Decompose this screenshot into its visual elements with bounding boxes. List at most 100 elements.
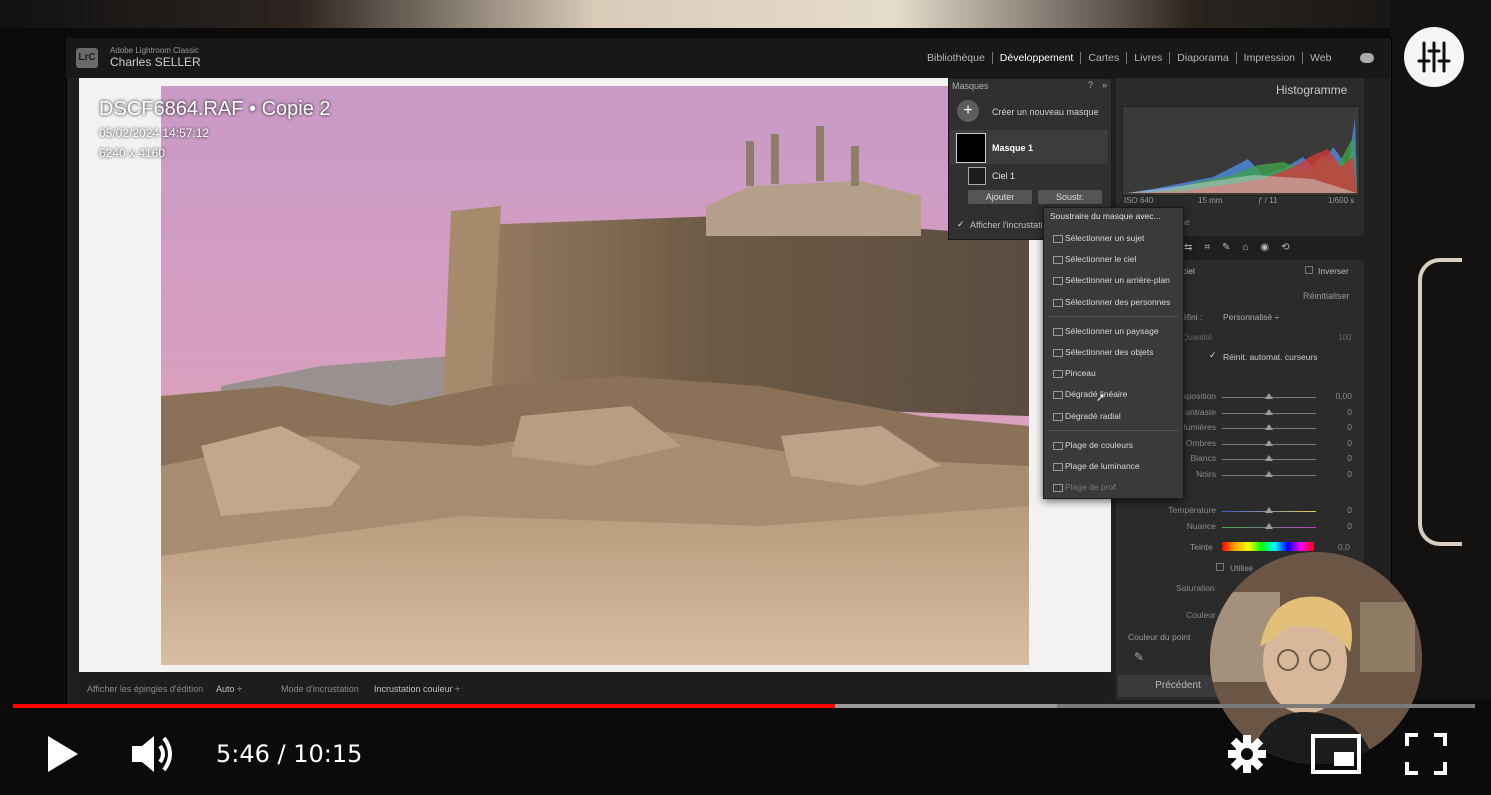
module-livres[interactable]: Livres	[1127, 52, 1171, 64]
create-mask-label[interactable]: Créer un nouveau masque	[992, 107, 1099, 117]
overlay-check-icon[interactable]: ✓	[957, 219, 965, 230]
hue-value: 0,0	[1338, 542, 1350, 552]
slider-handle[interactable]	[1265, 408, 1273, 415]
use-checkbox[interactable]	[1216, 563, 1224, 571]
meta-focal: 15 mm	[1198, 196, 1223, 205]
slider-handle[interactable]	[1265, 507, 1273, 513]
settings-button[interactable]	[1226, 733, 1268, 780]
menu-item-arriere-plan[interactable]: Sélectionner un arrière-plan	[1065, 275, 1170, 285]
add-button[interactable]: Ajouter	[968, 190, 1032, 204]
menu-ciel-icon	[1053, 256, 1063, 264]
time-display: 5:46 / 10:15	[216, 740, 363, 768]
play-button[interactable]	[40, 732, 84, 781]
invert-label: Inverser	[1318, 266, 1349, 276]
module-web[interactable]: Web	[1303, 52, 1338, 64]
overlay-mode-select[interactable]: Incrustation couleur ÷	[374, 684, 460, 694]
point-color-label[interactable]: Couleur du point	[1128, 632, 1190, 642]
eyedropper-icon[interactable]: ✎	[1134, 650, 1144, 664]
slider-value: 0	[1347, 406, 1352, 417]
photo-filename: DSCF6864.RAF • Copie 2	[99, 98, 331, 120]
module-impression[interactable]: Impression	[1237, 52, 1304, 64]
miniplayer-button[interactable]	[1310, 732, 1362, 781]
reset-button[interactable]: Réinitialiser	[1303, 291, 1350, 301]
cloud-icon[interactable]	[1360, 53, 1374, 63]
sky-mask-icon[interactable]	[968, 167, 986, 185]
slider-value: 0,00	[1335, 391, 1352, 401]
auto-reset-check-icon[interactable]: ✓	[1209, 350, 1217, 361]
module-bibliotheque[interactable]: Bibliothèque	[920, 52, 993, 64]
amount-value: 100	[1338, 333, 1352, 342]
masks-title: Masques	[952, 81, 989, 91]
slider-value: 0	[1347, 437, 1352, 448]
menu-objets-icon	[1053, 349, 1063, 357]
menu-item-plage-luminance[interactable]: Plage de luminance	[1065, 461, 1140, 471]
preset-select[interactable]: Personnalisé ÷	[1223, 312, 1279, 322]
menu-paysage-icon	[1053, 328, 1063, 336]
module-diaporama[interactable]: Diaporama	[1170, 52, 1237, 64]
menu-separator	[1048, 430, 1178, 431]
menu-personnes-icon	[1053, 299, 1063, 307]
pins-select[interactable]: Auto ÷	[216, 684, 242, 694]
photo-date: 05/02/2024 14:57:12	[99, 126, 210, 140]
menu-pinceau-icon	[1053, 370, 1063, 378]
tool-icons[interactable]: ⇆⌗✎⌂◉⟲	[1184, 242, 1302, 253]
saturation-label: Saturation	[1176, 583, 1215, 593]
slider-handle[interactable]	[1265, 393, 1273, 399]
menu-item-objets[interactable]: Sélectionner des objets	[1065, 347, 1153, 357]
subtract-button[interactable]: Soustr.	[1038, 190, 1102, 204]
mask-name[interactable]: Masque 1	[992, 143, 1033, 153]
mask-thumbnail[interactable]	[956, 133, 986, 163]
develop-toolbar: Afficher les épingles d'édition Auto ÷ M…	[79, 674, 1111, 702]
photo-canvas[interactable]	[161, 86, 1029, 665]
module-picker: Bibliothèque Développement Cartes Livres…	[920, 52, 1338, 64]
menu-item-paysage[interactable]: Sélectionner un paysage	[1065, 326, 1159, 336]
hue-label: Teinte	[1190, 542, 1213, 552]
menu-item-ciel[interactable]: Sélectionner le ciel	[1065, 254, 1136, 264]
help-icon[interactable]: ?	[1088, 80, 1093, 90]
video-backdrop-top	[0, 0, 1491, 28]
auto-reset-label: Réinit. automat. curseurs	[1223, 352, 1318, 362]
amount-label: Quantité	[1182, 333, 1213, 342]
mouse-cursor-icon: ➚	[1096, 392, 1106, 404]
slider-value: 0	[1347, 469, 1352, 479]
user-name: Charles SELLER	[110, 55, 201, 69]
histogram-title[interactable]: Histogramme	[1276, 83, 1347, 97]
slider-handle[interactable]	[1265, 471, 1273, 477]
module-developpement[interactable]: Développement	[993, 52, 1082, 64]
menu-plage-couleurs-icon	[1053, 442, 1063, 450]
menu-degrade-radial-icon	[1053, 413, 1063, 421]
play-icon	[48, 736, 78, 772]
use-label: Utilise	[1230, 563, 1254, 573]
expand-icon[interactable]: »	[1102, 80, 1107, 90]
menu-plage-prof-icon	[1053, 484, 1063, 492]
progress-played	[13, 704, 835, 708]
overlay-mode-label: Mode d'incrustation	[281, 684, 359, 694]
meta-shutter: 1/600 s	[1328, 196, 1355, 205]
slider-handle[interactable]	[1265, 522, 1273, 529]
hue-slider[interactable]	[1222, 542, 1314, 551]
slider-value: 0	[1347, 505, 1352, 515]
fullscreen-button[interactable]	[1404, 732, 1448, 781]
slider-value: 0	[1347, 422, 1352, 433]
menu-item-pinceau[interactable]: Pinceau	[1065, 368, 1096, 378]
slider-value: 0	[1347, 453, 1352, 464]
miniplayer-icon	[1311, 734, 1361, 774]
menu-item-plage-prof[interactable]: Plage de prof.	[1065, 482, 1118, 492]
module-cartes[interactable]: Cartes	[1081, 52, 1128, 64]
slider-handle[interactable]	[1265, 455, 1273, 462]
slider-handle[interactable]	[1265, 424, 1273, 431]
menu-plage-luminance-icon	[1053, 463, 1063, 471]
meta-iso: ISO 640	[1124, 196, 1154, 205]
volume-button[interactable]	[128, 732, 176, 781]
menu-degrade-lineaire-icon	[1053, 391, 1063, 399]
menu-item-sujet[interactable]: Sélectionner un sujet	[1065, 233, 1144, 243]
create-mask-icon[interactable]: +	[957, 100, 979, 122]
fullscreen-icon	[1405, 733, 1447, 775]
sub-mask-name[interactable]: Ciel 1	[992, 171, 1015, 181]
menu-item-personnes[interactable]: Sélectionner des personnes	[1065, 297, 1170, 307]
invert-checkbox[interactable]	[1305, 266, 1313, 274]
menu-item-degrade-radial[interactable]: Dégradé radial	[1065, 411, 1121, 421]
settings-fab[interactable]	[1404, 27, 1464, 87]
slider-handle[interactable]	[1265, 439, 1273, 446]
menu-item-plage-couleurs[interactable]: Plage de couleurs	[1065, 440, 1133, 450]
